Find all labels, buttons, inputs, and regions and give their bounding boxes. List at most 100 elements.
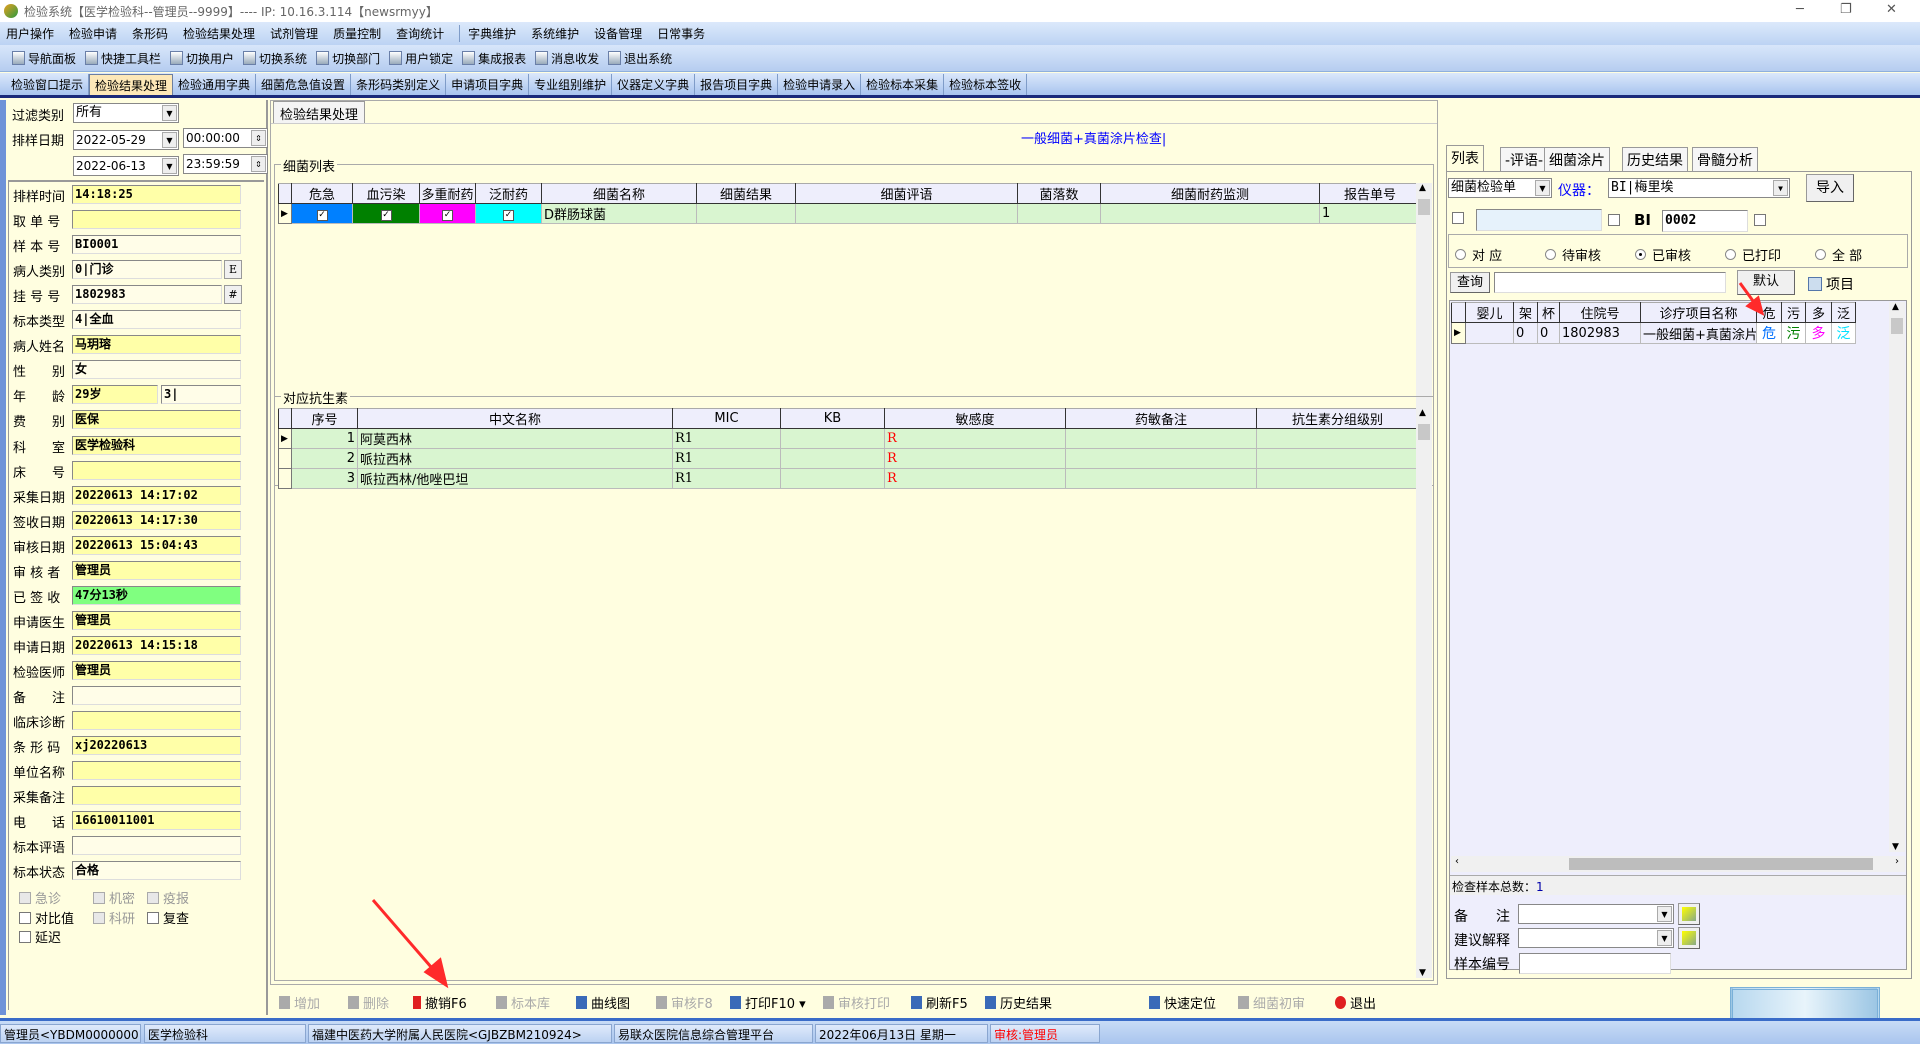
column-header[interactable]: 泛 — [1831, 302, 1856, 323]
remark-select[interactable]: ▼ — [1518, 904, 1674, 924]
module-tab[interactable]: 申请项目字典 — [446, 74, 530, 95]
time-to-spinner[interactable]: 23:59:59 ⇕ — [183, 154, 268, 174]
module-tab[interactable]: 检验标本采集 — [861, 74, 945, 95]
chevron-down-icon[interactable]: ▼ — [162, 105, 177, 121]
cell-mic[interactable]: R1 — [672, 448, 781, 469]
field-input[interactable]: 47分13秒 — [72, 585, 241, 605]
import-button[interactable]: 导入 — [1806, 174, 1854, 202]
menu-item[interactable]: 条形码 — [132, 25, 168, 42]
module-tab[interactable]: 条形码类别定义 — [351, 74, 447, 95]
instrument-select[interactable]: BI|梅里埃 ▼ — [1608, 178, 1790, 198]
filter-checkbox-3[interactable] — [1754, 214, 1770, 226]
menu-item[interactable]: 用户操作 — [6, 25, 54, 42]
toolbar-button[interactable]: 切换部门 — [316, 50, 380, 67]
chevron-down-icon[interactable]: ▼ — [1657, 906, 1672, 922]
chevron-down-icon[interactable]: ▼ — [1657, 930, 1672, 946]
cell-mic[interactable]: R1 — [672, 468, 781, 489]
table-row[interactable]: ▶001802983一般细菌+真菌涂片检查危污多泛 — [1451, 322, 1856, 344]
flag-cell[interactable]: 泛 — [1831, 322, 1856, 344]
action-button[interactable]: 打印F10 ▾ — [730, 993, 806, 1012]
field-input[interactable]: 29岁 — [72, 385, 158, 405]
action-button[interactable]: 曲线图 — [576, 993, 630, 1012]
column-header[interactable]: 婴儿 — [1465, 302, 1514, 323]
chevron-down-icon[interactable]: ▼ — [1773, 180, 1788, 196]
radio-icon[interactable] — [1455, 249, 1466, 260]
action-button[interactable]: 退出 — [1335, 993, 1376, 1012]
spinner-icon[interactable]: ⇕ — [251, 156, 266, 172]
checkbox-icon[interactable]: ✓ — [503, 210, 514, 221]
status-radio[interactable]: 待审核 — [1545, 245, 1601, 264]
form-type-select[interactable]: 细菌检验单 ▼ — [1448, 178, 1552, 198]
module-tab[interactable]: 检验标本签收 — [944, 74, 1028, 95]
module-tab[interactable]: 报告项目字典 — [695, 74, 779, 95]
cell-name[interactable]: 阿莫西林 — [357, 428, 673, 449]
query-button[interactable]: 查询 — [1450, 272, 1490, 293]
filter-type-select[interactable]: 所有 ▼ — [73, 103, 179, 123]
field-input[interactable]: 20220613 14:17:30 — [72, 510, 241, 530]
column-header[interactable]: KB — [780, 408, 885, 429]
table-row[interactable]: 3 哌拉西林/他唑巴坦 R1 R — [278, 468, 1419, 489]
cell-infant[interactable] — [1465, 322, 1514, 344]
column-header[interactable]: 菌落数 — [1017, 183, 1101, 204]
flag-checkbox[interactable]: 延迟 — [19, 927, 61, 946]
close-icon[interactable]: ✕ — [1886, 2, 1897, 17]
cell-monitor[interactable] — [1100, 203, 1320, 224]
cell-comment[interactable] — [795, 203, 1018, 224]
flag-cell[interactable]: 多 — [1805, 322, 1832, 344]
checkbox-icon[interactable] — [147, 911, 159, 924]
field-input[interactable] — [72, 460, 241, 480]
toolbar-button[interactable]: 消息收发 — [535, 50, 599, 67]
flag-checkbox[interactable]: 复查 — [147, 908, 189, 927]
chevron-down-icon[interactable]: ▼ — [1535, 180, 1550, 196]
advice-edit-button[interactable] — [1678, 927, 1700, 949]
module-tab[interactable]: 细菌危急值设置 — [256, 74, 352, 95]
status-radio[interactable]: 全 部 — [1815, 245, 1862, 264]
menu-item[interactable]: 质量控制 — [333, 25, 381, 42]
menu-item[interactable]: 日常事务 — [657, 25, 705, 42]
module-tab[interactable]: 检验结果处理 — [89, 74, 174, 95]
radio-icon[interactable] — [1725, 249, 1736, 260]
column-header[interactable]: 抗生素分组级别 — [1256, 408, 1419, 429]
field-input[interactable]: 14:18:25 — [72, 185, 241, 204]
module-tab[interactable]: 专业组别维护 — [529, 74, 613, 95]
table-row[interactable]: 2 哌拉西林 R1 R — [278, 448, 1419, 469]
cell-no[interactable]: 2 — [291, 448, 358, 469]
menu-item[interactable]: 字典维护 — [459, 25, 516, 42]
status-radio[interactable]: 已打印 — [1725, 245, 1781, 264]
field-input[interactable]: 管理员 — [72, 560, 241, 580]
field-input[interactable]: 医学检验科 — [72, 435, 241, 455]
default-button[interactable]: 默认 — [1737, 270, 1795, 295]
cell-group[interactable] — [1256, 428, 1419, 449]
column-header[interactable]: 架 — [1513, 302, 1538, 323]
remark-edit-button[interactable] — [1678, 903, 1700, 925]
field-input[interactable]: 马玥瑢 — [72, 335, 241, 355]
column-header[interactable]: 细菌名称 — [541, 183, 697, 204]
cell-group[interactable] — [1256, 448, 1419, 469]
field-input[interactable] — [72, 786, 241, 806]
checkbox-icon[interactable]: ✓ — [442, 210, 453, 221]
action-button[interactable]: 快速定位 — [1149, 993, 1216, 1012]
cell-note[interactable] — [1065, 428, 1257, 449]
toolbar-button[interactable]: 退出系统 — [608, 50, 672, 67]
module-tab[interactable]: 仪器定义字典 — [612, 74, 696, 95]
cell-kb[interactable] — [780, 468, 885, 489]
toolbar-button[interactable]: 导航面板 — [12, 50, 76, 67]
column-header[interactable]: 敏感度 — [884, 408, 1066, 429]
cell-colony[interactable] — [1017, 203, 1101, 224]
column-header[interactable]: 细菌评语 — [795, 183, 1018, 204]
column-header[interactable]: 泛耐药 — [475, 183, 542, 204]
cell-name[interactable]: D群肠球菌 — [541, 203, 697, 224]
filter-checkbox-1[interactable] — [1452, 212, 1468, 224]
column-header[interactable]: 污 — [1781, 302, 1806, 323]
flag-cell[interactable]: 危 — [1756, 322, 1782, 344]
action-button[interactable]: 撤销F6 — [413, 993, 467, 1012]
cell-no[interactable]: 1 — [291, 428, 358, 449]
time-from-spinner[interactable]: 00:00:00 ⇕ — [183, 128, 268, 148]
column-header[interactable]: 序号 — [291, 408, 358, 429]
column-header[interactable]: 危 — [1756, 302, 1782, 323]
column-header[interactable]: MIC — [672, 408, 781, 429]
toolbar-button[interactable]: 切换系统 — [243, 50, 307, 67]
field-lookup-button[interactable]: # — [224, 285, 242, 305]
cell-mic[interactable]: R1 — [672, 428, 781, 449]
field-input[interactable]: 4|全血 — [72, 310, 241, 330]
